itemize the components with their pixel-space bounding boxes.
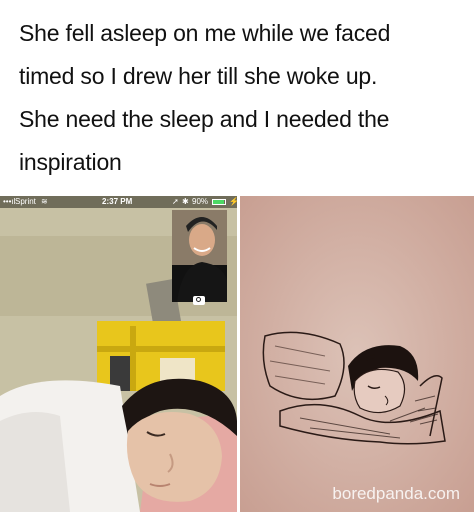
watermark: boredpanda.com: [332, 484, 460, 503]
carrier-name: Sprint: [15, 197, 36, 206]
battery-icon: [212, 199, 226, 205]
battery-percent: 90%: [192, 197, 209, 206]
self-view-video[interactable]: [172, 210, 227, 302]
sketch-drawing: boredpanda.com: [240, 196, 474, 512]
sketch-scene: [240, 196, 474, 512]
caption-line-4: inspiration: [19, 149, 122, 175]
wifi-icon: ≋: [41, 197, 48, 206]
camera-switch-icon: [193, 295, 205, 305]
status-bar: •••ıl Sprint ≋ 2:37 PM ➚ ✱ 90% ⚡: [0, 196, 237, 208]
caption-line-1: She fell asleep on me while we faced: [19, 20, 391, 46]
signal-icon: •••ıl: [3, 197, 16, 206]
facetime-screenshot: •••ıl Sprint ≋ 2:37 PM ➚ ✱ 90% ⚡: [0, 196, 237, 512]
switch-camera-button[interactable]: [191, 294, 207, 306]
caption-line-3: She need the sleep and I needed the: [19, 106, 390, 132]
bluetooth-icon: ✱: [182, 197, 189, 206]
status-time: 2:37 PM: [102, 197, 133, 206]
self-view-scene: [172, 210, 227, 302]
caption: She fell asleep on me while we faced tim…: [19, 12, 459, 184]
caption-line-2: timed so I drew her till she woke up.: [19, 63, 378, 89]
charging-icon: ⚡: [229, 197, 237, 206]
location-icon: ➚: [172, 197, 179, 206]
